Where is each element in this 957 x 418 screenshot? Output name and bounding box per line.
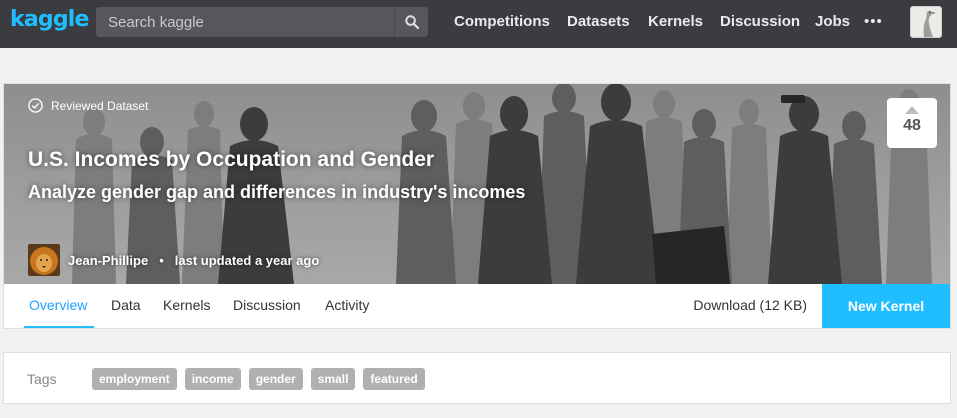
dataset-subtitle: Analyze gender gap and differences in in… xyxy=(28,182,526,202)
tag-employment[interactable]: employment xyxy=(92,368,177,390)
nav-competitions[interactable]: Competitions xyxy=(454,13,550,30)
search-icon xyxy=(405,15,419,29)
download-button[interactable]: Download (12 KB) xyxy=(693,297,807,313)
search-button[interactable] xyxy=(394,7,428,37)
dataset-title: U.S. Incomes by Occupation and Gender xyxy=(28,148,435,171)
dataset-tabs: Overview Data Kernels Discussion Activit… xyxy=(4,284,950,328)
reviewed-label: Reviewed Dataset xyxy=(51,98,149,113)
more-icon[interactable]: ••• xyxy=(864,13,883,30)
tab-activity[interactable]: Activity xyxy=(325,297,369,313)
search-box[interactable]: Search kaggle xyxy=(96,7,428,37)
upvote-button[interactable]: 48 xyxy=(887,98,937,148)
lion-avatar-icon xyxy=(28,244,60,276)
owner-row: Jean-Phillipe • last updated a year ago xyxy=(28,244,319,276)
dataset-banner: Reviewed Dataset U.S. Incomes by Occupat… xyxy=(4,84,950,284)
reviewed-badge: Reviewed Dataset xyxy=(28,98,148,113)
tab-data[interactable]: Data xyxy=(111,297,141,313)
nav-kernels[interactable]: Kernels xyxy=(648,13,703,30)
tag-list: employment income gender small featured xyxy=(92,368,433,390)
tag-income[interactable]: income xyxy=(184,368,241,390)
nav-discussion[interactable]: Discussion xyxy=(720,13,800,30)
tags-card: Tags employment income gender small feat… xyxy=(3,352,951,404)
nav-datasets[interactable]: Datasets xyxy=(567,13,630,30)
new-kernel-button[interactable]: New Kernel xyxy=(822,284,950,328)
tab-kernels[interactable]: Kernels xyxy=(163,297,210,313)
tab-discussion[interactable]: Discussion xyxy=(233,297,301,313)
kaggle-logo[interactable]: kaggle xyxy=(10,7,89,32)
upvote-arrow-icon xyxy=(905,106,919,114)
user-avatar[interactable] xyxy=(910,6,942,38)
goose-avatar-icon xyxy=(911,7,941,37)
dataset-header-card: Reviewed Dataset U.S. Incomes by Occupat… xyxy=(3,83,951,329)
separator-dot: • xyxy=(159,252,164,268)
tag-small[interactable]: small xyxy=(310,368,356,390)
owner-avatar[interactable] xyxy=(28,244,60,276)
nav-jobs[interactable]: Jobs xyxy=(815,13,850,30)
last-updated: last updated a year ago xyxy=(174,252,320,268)
tab-overview[interactable]: Overview xyxy=(29,297,87,313)
search-input[interactable]: Search kaggle xyxy=(108,14,204,31)
owner-name[interactable]: Jean-Phillipe xyxy=(68,253,148,268)
tag-featured[interactable]: featured xyxy=(363,368,425,390)
vote-count: 48 xyxy=(903,117,921,134)
active-tab-indicator xyxy=(24,326,94,328)
top-nav: kaggle Search kaggle Competitions Datase… xyxy=(0,0,957,48)
tag-gender[interactable]: gender xyxy=(248,368,303,390)
check-circle-icon xyxy=(28,98,43,113)
tags-label: Tags xyxy=(27,371,57,387)
